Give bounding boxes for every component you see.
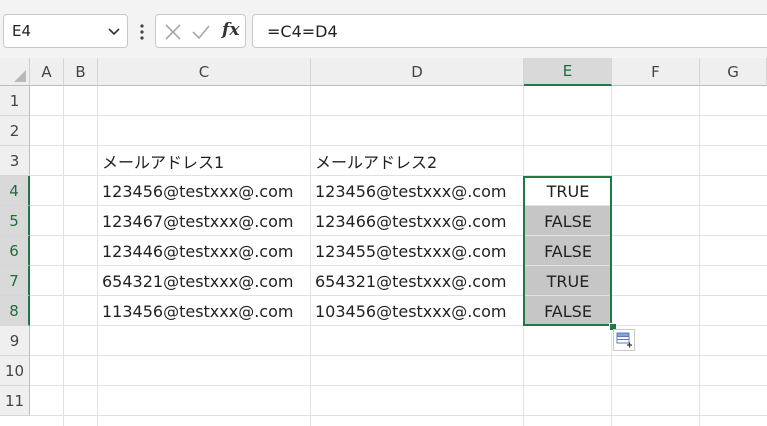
cell-c7[interactable]: 654321@testxxx@.com — [98, 266, 311, 296]
cell-d5[interactable]: 123466@testxxx@.com — [311, 206, 524, 236]
cell-c6[interactable]: 123446@testxxx@.com — [98, 236, 311, 266]
cell-d4[interactable]: 123456@testxxx@.com — [311, 176, 524, 206]
row-header-4[interactable]: 4 — [0, 176, 30, 206]
formula-bar: E4 fx =C4=D4 — [0, 8, 767, 59]
gridline — [30, 355, 767, 356]
gridline — [30, 385, 767, 386]
vertical-dots-icon[interactable] — [136, 22, 148, 42]
spreadsheet-grid: A B C D E F G 1 2 3 4 5 6 7 8 9 10 11 メー… — [0, 58, 767, 426]
selection-range — [523, 176, 612, 326]
name-box-value: E4 — [12, 22, 32, 40]
row-header-1[interactable]: 1 — [0, 86, 30, 116]
column-header-c[interactable]: C — [98, 58, 311, 86]
quick-analysis-icon — [616, 332, 632, 348]
chevron-down-icon[interactable] — [107, 24, 121, 38]
row-header-7[interactable]: 7 — [0, 266, 30, 296]
row-header-3[interactable]: 3 — [0, 146, 30, 176]
fx-icon[interactable]: fx — [222, 20, 239, 40]
gridline — [699, 86, 700, 426]
formula-text: =C4=D4 — [267, 22, 338, 41]
name-box[interactable]: E4 — [3, 14, 128, 48]
check-icon[interactable] — [192, 23, 210, 41]
cell-c8[interactable]: 113456@testxxx@.com — [98, 296, 311, 326]
select-all-corner[interactable] — [0, 58, 30, 86]
row-header-6[interactable]: 6 — [0, 236, 30, 266]
row-header-8[interactable]: 8 — [0, 296, 30, 326]
gridline — [63, 86, 64, 426]
formula-buttons: fx — [155, 14, 246, 48]
column-header-a[interactable]: A — [30, 58, 64, 86]
cell-c3[interactable]: メールアドレス1 — [98, 146, 311, 176]
gridline — [30, 415, 767, 416]
column-header-d[interactable]: D — [311, 58, 524, 86]
cell-d6[interactable]: 123455@testxxx@.com — [311, 236, 524, 266]
quick-analysis-button[interactable] — [613, 329, 635, 351]
row-header-9[interactable]: 9 — [0, 326, 30, 356]
column-header-g[interactable]: G — [700, 58, 767, 86]
cross-icon[interactable] — [164, 23, 182, 41]
row-header-5[interactable]: 5 — [0, 206, 30, 236]
formula-input[interactable]: =C4=D4 — [252, 14, 767, 48]
column-header-b[interactable]: B — [64, 58, 98, 86]
cell-d3[interactable]: メールアドレス2 — [311, 146, 524, 176]
select-all-triangle-icon — [14, 70, 26, 82]
row-header-10[interactable]: 10 — [0, 356, 30, 386]
gridline — [30, 115, 767, 116]
cell-c4[interactable]: 123456@testxxx@.com — [98, 176, 311, 206]
cell-d7[interactable]: 654321@testxxx@.com — [311, 266, 524, 296]
row-header-2[interactable]: 2 — [0, 116, 30, 146]
row-header-11[interactable]: 11 — [0, 386, 30, 416]
cell-d8[interactable]: 103456@testxxx@.com — [311, 296, 524, 326]
column-header-e[interactable]: E — [524, 58, 612, 86]
cell-c5[interactable]: 123467@testxxx@.com — [98, 206, 311, 236]
column-header-f[interactable]: F — [612, 58, 700, 86]
